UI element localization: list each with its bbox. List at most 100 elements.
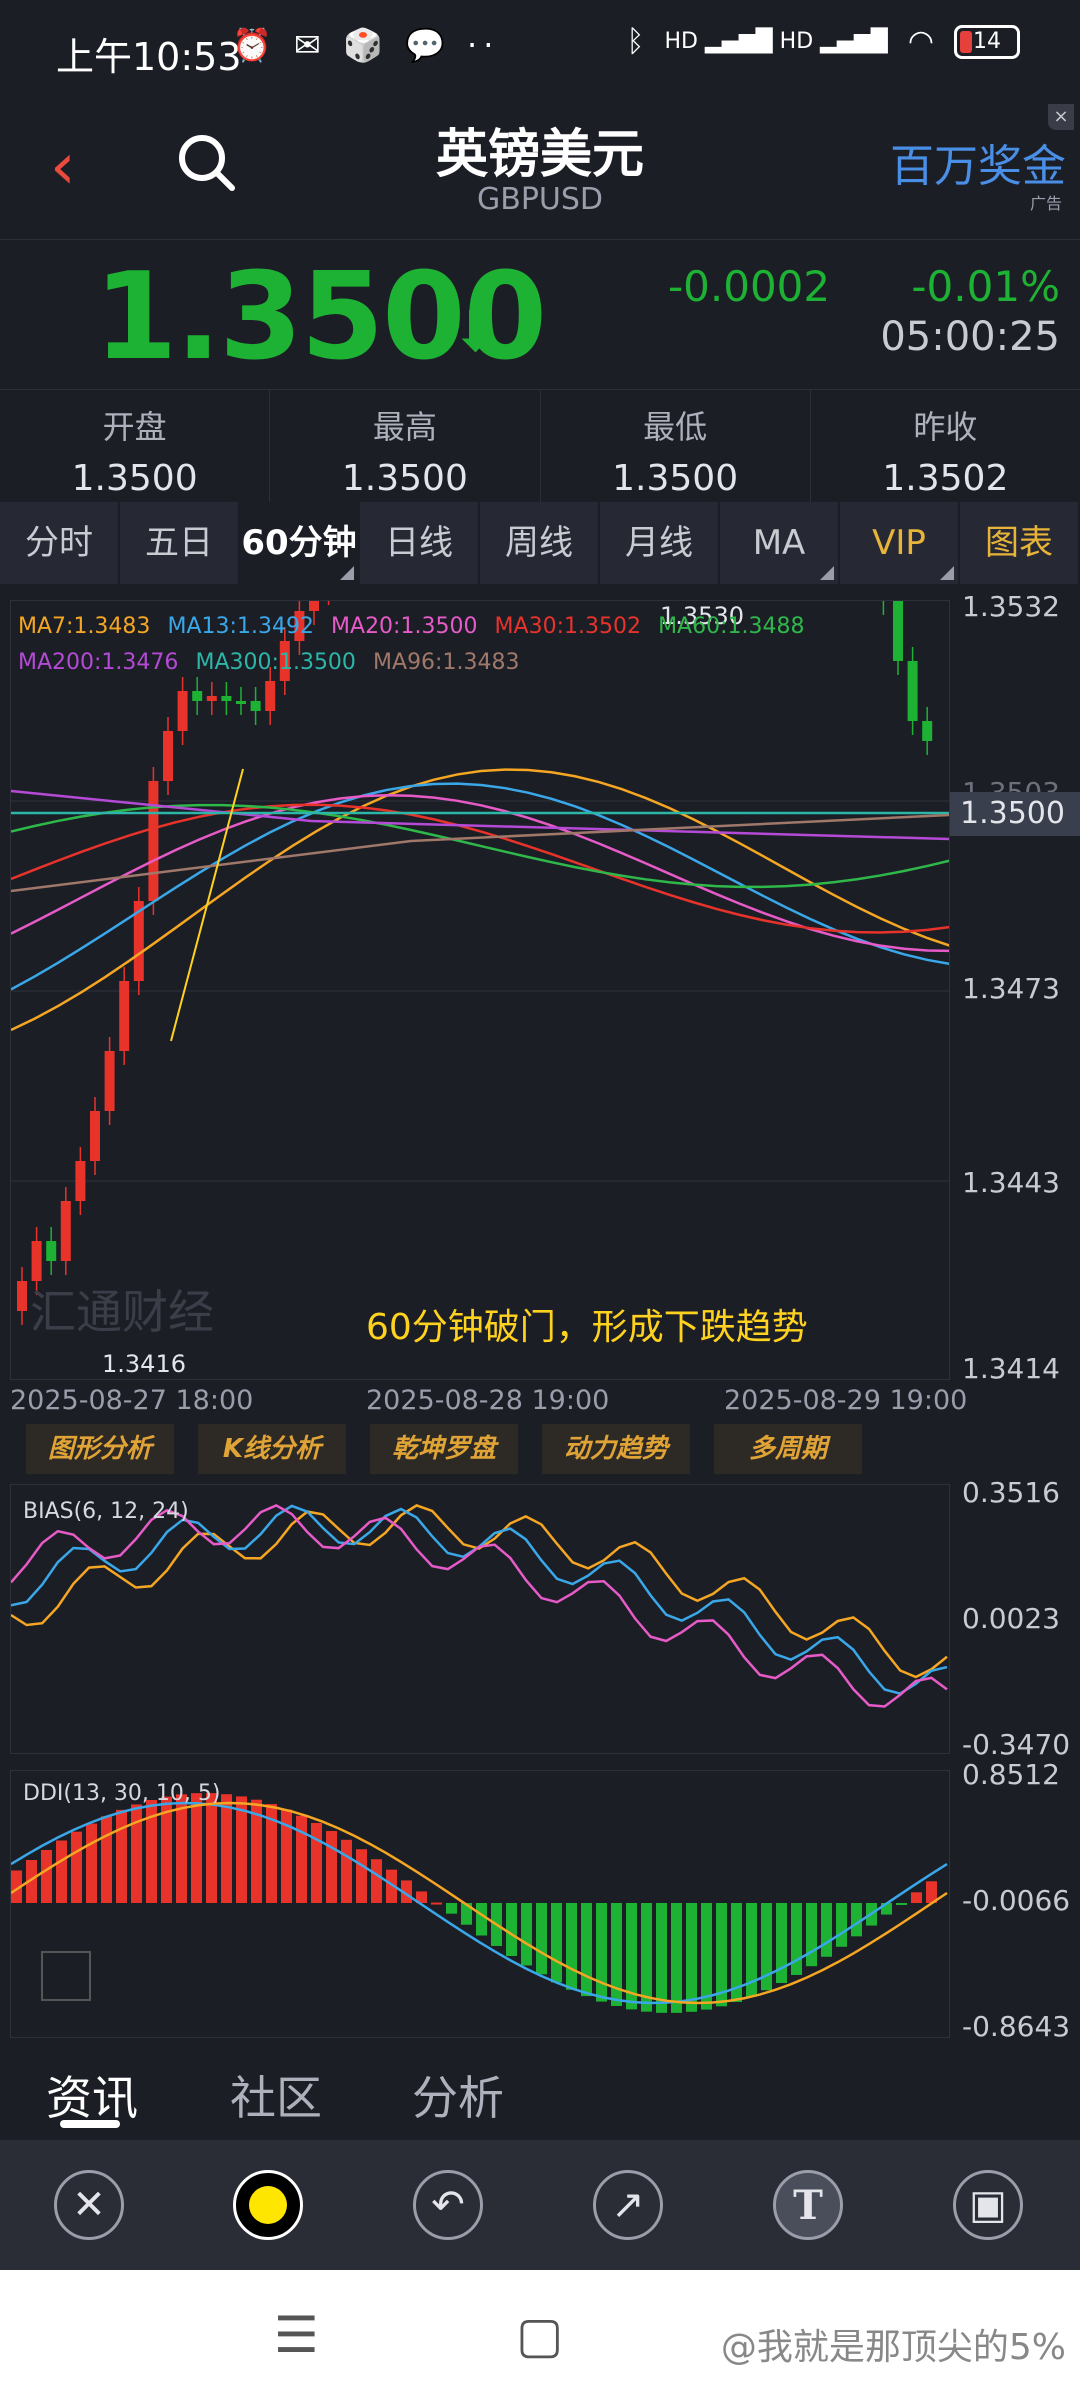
undo-icon[interactable]: ↶ — [413, 2170, 483, 2240]
ddi-bar — [551, 1903, 562, 1983]
ddi-bar — [686, 1903, 697, 2012]
tab-news[interactable]: 资讯 — [46, 2062, 138, 2128]
ddi-bar — [326, 1831, 337, 1903]
home-icon[interactable]: ▢ — [516, 2306, 563, 2364]
tab-weekly[interactable]: 周线 — [480, 502, 600, 584]
save-icon[interactable]: ▣ — [953, 2170, 1023, 2240]
ddi-bar — [506, 1903, 517, 1956]
ad-banner[interactable]: 百万奖金 — [890, 130, 1066, 194]
watermark-credit: @我就是那顶尖的5% — [720, 2327, 1066, 2368]
content-tabs: 资讯 社区 分析 — [0, 2050, 1080, 2140]
ddi-bar — [191, 1793, 202, 1903]
ddi-bar — [791, 1903, 802, 1975]
stat-value: 1.3502 — [882, 458, 1009, 499]
battery-level: 14 — [973, 29, 1001, 54]
candle-body — [75, 1161, 86, 1201]
tab-community[interactable]: 社区 — [230, 2062, 322, 2128]
x-label: 2025-08-29 19:00 — [724, 1385, 968, 1416]
ddi-bar — [671, 1903, 682, 2013]
stat-value: 1.3500 — [71, 458, 198, 499]
ma-legend: MA13:1.3492 — [167, 614, 314, 639]
ddi-bar — [341, 1839, 352, 1903]
bias-line — [10, 1504, 948, 1695]
tab-monthly[interactable]: 月线 — [600, 502, 720, 584]
ddi-bar — [71, 1831, 82, 1903]
menu-icon[interactable]: ☰ — [274, 2306, 319, 2364]
ddi-bar — [116, 1809, 127, 1903]
ddi-bar — [656, 1903, 667, 2013]
y-label: 1.3532 — [962, 590, 1060, 623]
text-icon[interactable]: T — [773, 2170, 843, 2240]
arrow-icon[interactable]: ↗ — [593, 2170, 663, 2240]
candle-body — [907, 661, 918, 721]
ma-legend: MA20:1.3500 — [331, 614, 478, 639]
y-label: 1.3473 — [962, 972, 1060, 1005]
ddi-bar — [596, 1903, 607, 2002]
tab-label: VIP — [872, 523, 926, 563]
tab-ma[interactable]: MA — [720, 502, 840, 584]
candle-body — [90, 1111, 100, 1161]
watermark: 汇通财经 — [30, 1285, 214, 1339]
tab-chart-settings[interactable]: 图表 — [960, 502, 1080, 584]
candle-body — [250, 701, 261, 711]
candle-body — [265, 681, 276, 711]
ddi-panel[interactable]: DDI(13, 30, 10, 5) — [10, 1770, 950, 2038]
candle-body — [309, 591, 319, 611]
ad-tag: 广告 — [1029, 194, 1062, 213]
close-icon[interactable]: ✕ — [54, 2170, 124, 2240]
stat-label: 最高 — [372, 408, 437, 446]
tool-kline-analysis[interactable]: K线分析 — [198, 1424, 346, 1474]
tool-momentum[interactable]: 动力趋势 — [542, 1424, 690, 1474]
ddi-bar — [521, 1903, 532, 1966]
tab-vip[interactable]: VIP — [840, 502, 960, 584]
ddi-bar — [131, 1804, 142, 1903]
bias-canvas — [10, 1504, 948, 1708]
ma-legend: MA96:1.3483 — [373, 650, 520, 675]
x-label: 2025-08-27 18:00 — [10, 1385, 254, 1416]
tab-label: MA — [752, 523, 806, 563]
ad-close-icon[interactable]: × — [1048, 104, 1074, 130]
price-change: -0.0002 — [668, 262, 831, 311]
ddi-bar — [566, 1903, 577, 1990]
tab-analysis[interactable]: 分析 — [412, 2062, 504, 2128]
ma-legend-row2: MA200:1.3476 MA300:1.3500 MA96:1.3483 — [18, 650, 519, 675]
tool-pattern-analysis[interactable]: 图形分析 — [26, 1424, 174, 1474]
chart-canvas — [10, 282, 952, 1325]
ddi-bar — [701, 1903, 712, 2010]
tab-intraday[interactable]: 分时 — [0, 502, 120, 584]
y-label: -0.8643 — [962, 2010, 1071, 2043]
tab-daily[interactable]: 日线 — [360, 502, 480, 584]
ddi-label: DDI(13, 30, 10, 5) — [23, 1781, 221, 1806]
ddi-canvas — [10, 1793, 948, 2013]
crosshair-icon[interactable] — [41, 1951, 91, 2001]
candle-body — [46, 1241, 57, 1261]
stat-label: 昨收 — [913, 408, 978, 446]
bias-panel[interactable]: BIAS(6, 12, 24) — [10, 1484, 950, 1754]
price-change-pct: -0.01% — [911, 262, 1060, 311]
signal-icon: HD ▂▄▆█ HD ▂▄▆█ — [664, 29, 888, 54]
stat-high: 最高 1.3500 — [270, 390, 541, 502]
ddi-bar — [206, 1793, 217, 1903]
ddi-bar — [41, 1850, 52, 1903]
candlestick-chart[interactable] — [10, 282, 952, 1380]
candle-body — [192, 691, 203, 701]
stat-low: 最低 1.3500 — [541, 390, 811, 502]
tool-compass[interactable]: 乾坤罗盘 — [370, 1424, 518, 1474]
ddi-bar — [476, 1903, 487, 1936]
quote-time: 05:00:25 — [880, 314, 1060, 360]
tab-60min[interactable]: 60分钟 — [240, 502, 360, 584]
candle-body — [922, 721, 933, 741]
status-bar: 上午10:53 ⏰ ✉ 🎲 💬 ·· ᛒ HD ▂▄▆█ HD ▂▄▆█ ◠ 1… — [0, 0, 1080, 100]
candle-body — [17, 1281, 27, 1311]
stat-label: 最低 — [643, 408, 708, 446]
stat-value: 1.3500 — [612, 458, 739, 499]
stat-label: 开盘 — [102, 408, 167, 446]
system-nav-bar: ☰ ▢ @我就是那顶尖的5% — [0, 2270, 1080, 2400]
color-dot-icon[interactable] — [233, 2170, 303, 2240]
candle-body — [893, 601, 903, 661]
tool-multi-period[interactable]: 多周期 — [714, 1424, 862, 1474]
down-arrow-icon: ⬇ — [452, 300, 499, 365]
y-label: -0.0066 — [962, 1884, 1071, 1917]
candle-body — [148, 781, 159, 901]
tab-five-day[interactable]: 五日 — [120, 502, 240, 584]
